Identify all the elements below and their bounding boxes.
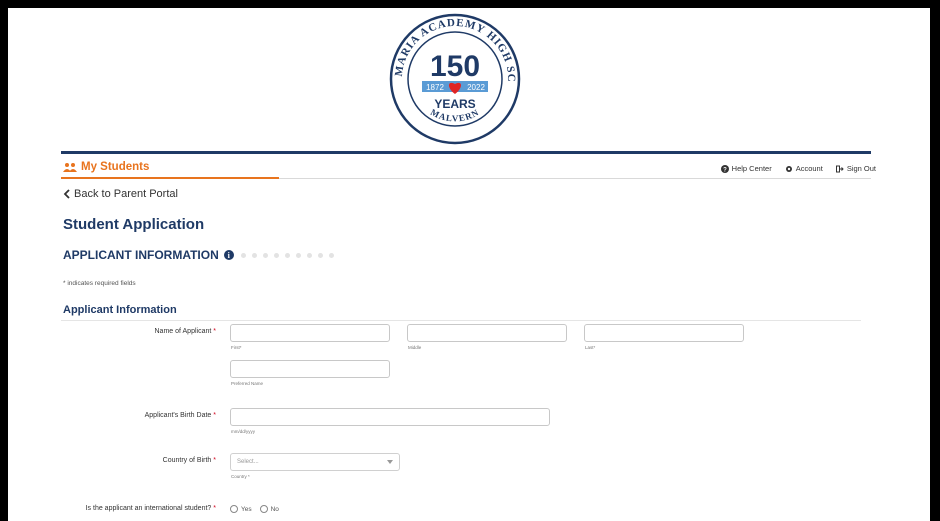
- gear-icon: [785, 165, 792, 172]
- svg-text:?: ?: [723, 167, 727, 173]
- account-link[interactable]: Account: [785, 164, 823, 173]
- birth-label-row: Applicant's Birth Date *: [36, 412, 216, 419]
- middle-sublabel: Middle: [408, 345, 422, 350]
- name-label: Name of Applicant: [154, 328, 212, 335]
- country-label-row: Country of Birth *: [36, 457, 216, 464]
- middle-name-input[interactable]: [407, 324, 567, 342]
- page-title: Student Application: [63, 216, 205, 233]
- no-label: No: [270, 505, 279, 513]
- nav-underline: [61, 177, 871, 179]
- preferred-sublabel: Preferred Name: [231, 381, 264, 386]
- required-mark: *: [213, 328, 216, 335]
- step-dot[interactable]: [273, 252, 279, 258]
- account-label: Account: [795, 164, 823, 173]
- radio-circle-icon: [230, 505, 238, 513]
- svg-text:1872: 1872: [426, 83, 444, 92]
- help-center-label: Help Center: [731, 164, 772, 173]
- chevron-left-icon: [63, 189, 70, 199]
- step-dot[interactable]: [251, 252, 257, 258]
- intl-yes-radio[interactable]: Yes: [230, 505, 252, 513]
- required-mark: *: [213, 412, 216, 419]
- name-label-row: Name of Applicant *: [36, 328, 217, 335]
- intl-label: Is the applicant an international studen…: [85, 505, 212, 512]
- help-icon: ?: [720, 164, 729, 173]
- school-seal-logo: VILLA MARIA ACADEMY HIGH SCHOOL MALVERN …: [388, 12, 521, 145]
- back-link-label: Back to Parent Portal: [74, 188, 178, 200]
- back-to-portal-link[interactable]: Back to Parent Portal: [63, 188, 178, 200]
- last-sublabel: Last*: [585, 345, 596, 350]
- birth-label: Applicant's Birth Date: [144, 412, 212, 419]
- required-mark: *: [213, 505, 216, 512]
- sign-out-label: Sign Out: [846, 164, 876, 173]
- page-frame: VILLA MARIA ACADEMY HIGH SCHOOL MALVERN …: [8, 8, 930, 521]
- last-name-input[interactable]: [584, 324, 744, 342]
- header-top-rule: [61, 151, 871, 154]
- svg-text:2022: 2022: [467, 83, 485, 92]
- required-fields-note: * indicates required fields: [63, 280, 136, 287]
- country-sublabel: Country *: [231, 474, 250, 479]
- svg-text:150: 150: [430, 50, 480, 83]
- radio-circle-icon: [259, 505, 268, 513]
- applicant-heading: Applicant Information: [63, 304, 177, 316]
- applicant-rule: [61, 320, 861, 321]
- country-placeholder: Select...: [237, 459, 259, 465]
- yes-label: Yes: [241, 505, 252, 513]
- students-icon: [63, 162, 77, 172]
- intl-no-radio[interactable]: No: [259, 505, 279, 513]
- step-dot[interactable]: [306, 252, 312, 258]
- step-dot[interactable]: [284, 252, 290, 258]
- country-label: Country of Birth: [162, 457, 212, 464]
- required-mark: *: [213, 457, 216, 464]
- sign-out-link[interactable]: Sign Out: [835, 164, 876, 173]
- section-header: APPLICANT INFORMATION i: [63, 248, 334, 262]
- step-dot[interactable]: [328, 252, 334, 258]
- intl-radio-group: Yes No: [230, 505, 279, 513]
- birth-date-input[interactable]: [230, 408, 550, 426]
- my-students-label: My Students: [81, 161, 150, 173]
- birth-sublabel: mm/dd/yyyy: [231, 429, 256, 434]
- intl-label-row: Is the applicant an international studen…: [36, 505, 216, 512]
- chevron-down-icon: [387, 460, 393, 464]
- first-sublabel: First*: [231, 345, 242, 350]
- svg-text:YEARS: YEARS: [434, 97, 475, 111]
- step-dot[interactable]: [262, 252, 268, 258]
- step-dot[interactable]: [295, 252, 301, 258]
- section-title: APPLICANT INFORMATION: [63, 248, 219, 262]
- help-center-link[interactable]: ? Help Center: [720, 164, 772, 173]
- first-name-input[interactable]: [230, 324, 390, 342]
- step-dot[interactable]: [317, 252, 323, 258]
- sign-out-icon: [835, 165, 844, 172]
- preferred-name-input[interactable]: [230, 360, 390, 378]
- header-nav: ? Help Center Account Sign Out: [720, 164, 876, 173]
- my-students-link[interactable]: My Students: [63, 161, 149, 173]
- info-icon[interactable]: i: [223, 250, 234, 260]
- country-select[interactable]: Select...: [230, 453, 400, 471]
- step-dot[interactable]: [240, 252, 246, 258]
- progress-steps: [240, 252, 334, 258]
